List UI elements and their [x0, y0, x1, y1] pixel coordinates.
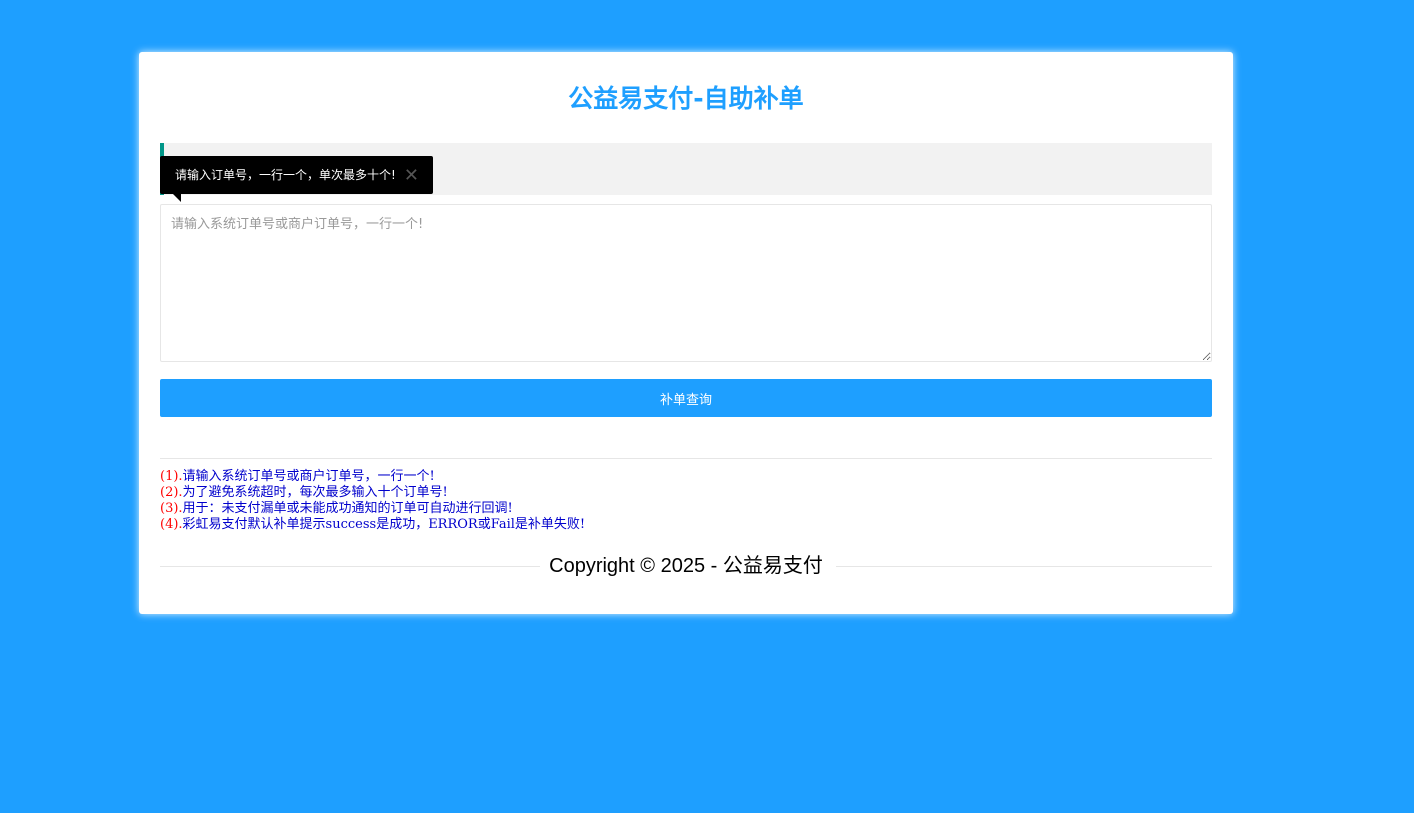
tip-item: (4).彩虹易支付默认补单提示success是成功，ERROR或Fail是补单失…	[160, 517, 1212, 533]
order-number-textarea[interactable]	[160, 204, 1212, 362]
tip-text: 用于：未支付漏单或未能成功通知的订单可自动进行回调!	[182, 501, 513, 516]
tip-text: 请输入系统订单号或商户订单号，一行一个!	[182, 469, 435, 484]
footer-divider-right	[836, 566, 1212, 567]
tip-number: (3).	[160, 501, 183, 516]
tip-number: (1).	[160, 469, 183, 484]
refill-query-button[interactable]: 补单查询	[160, 379, 1212, 417]
footer: Copyright © 2025 - 公益易支付	[160, 553, 1212, 579]
close-icon[interactable]: ✕	[404, 156, 419, 196]
tooltip-arrow	[173, 194, 181, 202]
tooltip-text: 请输入订单号，一行一个，单次最多十个!	[175, 168, 396, 182]
refill-card: 公益易支付-自助补单 请输入订单号，一行一个，单次最多十个! ✕ 补单查询 (1…	[139, 52, 1233, 614]
tip-number: (4).	[160, 517, 183, 532]
page-title: 公益易支付-自助补单	[568, 84, 804, 113]
tips-list: (1).请输入系统订单号或商户订单号，一行一个! (2).为了避免系统超时，每次…	[160, 469, 1212, 533]
tip-text: 为了避免系统超时，每次最多输入十个订单号!	[182, 485, 448, 500]
divider	[160, 458, 1212, 459]
tip-item: (2).为了避免系统超时，每次最多输入十个订单号!	[160, 485, 1212, 501]
tip-number: (2).	[160, 485, 183, 500]
tip-text: 彩虹易支付默认补单提示success是成功，ERROR或Fail是补单失败!	[182, 517, 586, 532]
tip-item: (3).用于：未支付漏单或未能成功通知的订单可自动进行回调!	[160, 501, 1212, 517]
input-hint-tooltip: 请输入订单号，一行一个，单次最多十个! ✕	[160, 156, 433, 202]
tip-item: (1).请输入系统订单号或商户订单号，一行一个!	[160, 469, 1212, 485]
